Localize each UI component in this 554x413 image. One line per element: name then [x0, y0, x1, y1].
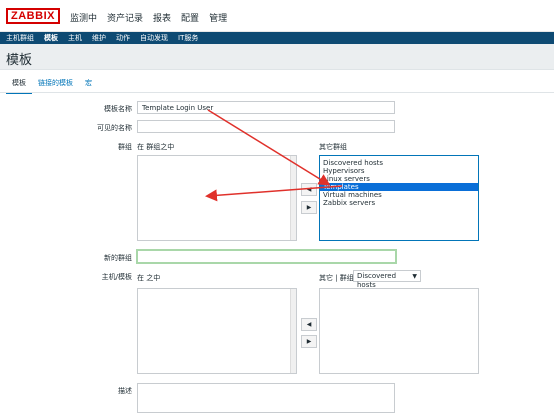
- in-hosts-label: 在 之中: [137, 274, 161, 282]
- other-groups-label: 其它群组: [319, 143, 347, 151]
- group-option-selected[interactable]: Templates: [320, 183, 478, 191]
- submenu-actions[interactable]: 动作: [116, 33, 130, 43]
- sub-menu: 主机群组 模板 主机 维护 动作 自动发现 IT服务: [6, 33, 208, 43]
- other-hosts-listbox[interactable]: [319, 288, 479, 374]
- zabbix-logo[interactable]: ZABBIX: [6, 8, 60, 24]
- hosts-label: 主机/模板: [101, 273, 132, 281]
- submenu-maintenance[interactable]: 维护: [92, 33, 106, 43]
- submenu-hosts[interactable]: 主机: [68, 33, 82, 43]
- group-option[interactable]: Linux servers: [320, 175, 478, 183]
- group-filter-select[interactable]: Discovered hosts ▼: [353, 270, 421, 289]
- page-title: 模板: [6, 53, 33, 68]
- submenu-host-groups[interactable]: 主机群组: [6, 33, 34, 43]
- group-filter-value: Discovered hosts: [357, 272, 397, 289]
- submenu-templates[interactable]: 模板: [44, 33, 58, 43]
- topmenu-administration[interactable]: 管理: [209, 11, 227, 24]
- hosts-move-right-button[interactable]: ▶: [301, 335, 317, 348]
- group-option[interactable]: Discovered hosts: [320, 159, 478, 167]
- top-navigation-bar: ZABBIX 监测中 资产记录 报表 配置 管理: [0, 0, 554, 32]
- in-groups-label: 在 群组之中: [137, 143, 175, 151]
- hosts-move-left-button[interactable]: ◀: [301, 318, 317, 331]
- group-option[interactable]: Zabbix servers: [320, 199, 478, 207]
- move-left-button[interactable]: ◀: [301, 183, 317, 196]
- group-option[interactable]: Virtual machines: [320, 191, 478, 199]
- group-option[interactable]: Hypervisors: [320, 167, 478, 175]
- move-right-button[interactable]: ▶: [301, 201, 317, 214]
- submenu-discovery[interactable]: 自动发现: [140, 33, 168, 43]
- topmenu-configuration[interactable]: 配置: [181, 11, 199, 24]
- visible-name-input[interactable]: [137, 120, 395, 133]
- in-groups-listbox[interactable]: [137, 155, 297, 241]
- page-header: [0, 44, 554, 70]
- description-textarea[interactable]: [137, 383, 395, 413]
- new-group-input[interactable]: [136, 249, 397, 264]
- groups-label: 群组: [118, 143, 132, 151]
- topmenu-inventory[interactable]: 资产记录: [107, 11, 143, 24]
- in-hosts-listbox[interactable]: [137, 288, 297, 374]
- new-group-label: 新的群组: [104, 254, 132, 262]
- scrollbar[interactable]: [290, 289, 296, 373]
- other-groups-listbox[interactable]: Discovered hosts Hypervisors Linux serve…: [319, 155, 479, 241]
- other-group-filter-label: 其它 | 群组: [319, 274, 354, 282]
- topmenu-reports[interactable]: 报表: [153, 11, 171, 24]
- description-label: 描述: [118, 387, 132, 395]
- topmenu-monitoring[interactable]: 监测中: [70, 11, 97, 24]
- chevron-down-icon: ▼: [412, 273, 417, 280]
- submenu-it-services[interactable]: IT服务: [178, 33, 198, 43]
- scrollbar[interactable]: [290, 156, 296, 240]
- template-name-label: 模板名称: [104, 105, 132, 113]
- visible-name-label: 可见的名称: [97, 124, 132, 132]
- template-name-input[interactable]: Template Login User: [137, 101, 395, 114]
- tab-divider: [0, 92, 554, 93]
- top-menu: 监测中 资产记录 报表 配置 管理: [70, 11, 237, 24]
